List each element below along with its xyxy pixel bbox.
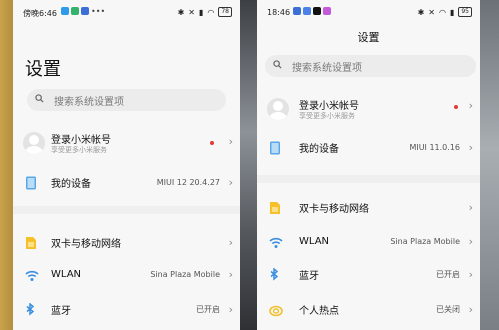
device-icon — [25, 175, 39, 190]
row-label: WLAN — [51, 268, 82, 280]
account-title: 登录小米帐号 — [51, 135, 111, 146]
wlan-row[interactable]: WLAN Sina Plaza Mobile › — [257, 229, 480, 253]
app-notification-icon — [71, 7, 79, 15]
section-divider — [257, 175, 480, 183]
row-label: 个人热点 — [299, 305, 339, 317]
hotspot-status: 已关闭 — [436, 304, 460, 314]
phone-screen-miui12: 傍晚6:46 ••• ✱ ✕ ▮ ◠ 78 设置 搜索系统设置项 登录小米帐号 … — [13, 0, 240, 330]
chevron-right-icon: › — [228, 267, 233, 281]
my-device-label: 我的设备 — [51, 178, 91, 190]
wallpaper-strip-middle — [240, 0, 257, 330]
app-notification-icon — [61, 7, 69, 15]
sim-card-icon — [25, 235, 39, 249]
notification-dot — [454, 105, 458, 109]
bluetooth-row[interactable]: 蓝牙 已开启 › — [13, 297, 240, 321]
my-device-label: 我的设备 — [299, 143, 339, 155]
chevron-right-icon: › — [228, 175, 233, 189]
status-right: ✱ ✕ ◠ ▮ 95 — [418, 7, 472, 17]
my-device-row[interactable]: 我的设备 MIUI 12 20.4.27 › — [13, 170, 240, 194]
battery-icon: 78 — [218, 7, 232, 17]
wifi-icon — [25, 267, 39, 281]
mute-icon: ✕ — [428, 7, 435, 17]
row-label: 双卡与移动网络 — [299, 203, 369, 215]
bluetooth-row[interactable]: 蓝牙 已开启 › — [257, 262, 480, 286]
chevron-right-icon: › — [468, 140, 473, 154]
row-label: 蓝牙 — [51, 305, 71, 317]
status-right: ✱ ✕ ▮ ◠ 78 — [178, 7, 232, 17]
wlan-network-name: Sina Plaza Mobile — [390, 236, 460, 246]
row-label: 双卡与移动网络 — [51, 238, 121, 250]
phone-screen-miui11: 18:46 ✱ ✕ ◠ ▮ 95 设置 搜索系统设置项 登录小米帐号 享受更多小… — [257, 0, 480, 330]
row-label: 蓝牙 — [299, 270, 319, 282]
wifi-status-icon: ◠ — [438, 7, 446, 17]
search-icon — [273, 60, 287, 72]
wifi-status-icon: ◠ — [207, 7, 215, 17]
search-icon — [35, 94, 49, 106]
app-notification-icon — [303, 7, 311, 15]
app-notification-icon — [313, 7, 321, 15]
account-row[interactable]: 登录小米帐号 享受更多小米服务 › — [257, 96, 480, 122]
signal-icon: ▮ — [198, 7, 204, 17]
status-bar: 18:46 ✱ ✕ ◠ ▮ 95 — [257, 6, 480, 20]
chevron-right-icon: › — [228, 135, 233, 148]
wlan-network-name: Sina Plaza Mobile — [150, 269, 220, 279]
row-label: WLAN — [299, 235, 330, 247]
bluetooth-icon — [269, 267, 283, 281]
avatar-icon — [23, 132, 45, 154]
battery-icon: 95 — [458, 7, 472, 17]
search-placeholder: 搜索系统设置项 — [292, 62, 362, 74]
search-placeholder: 搜索系统设置项 — [54, 96, 124, 108]
status-time: 傍晚6:46 — [23, 9, 57, 18]
signal-icon: ▮ — [449, 7, 455, 17]
wallpaper-strip-right — [480, 0, 499, 330]
chevron-right-icon: › — [468, 267, 473, 281]
notification-icons — [293, 7, 331, 15]
hotspot-icon — [269, 302, 283, 317]
account-subtitle: 享受更多小米服务 — [299, 112, 355, 120]
search-input[interactable]: 搜索系统设置项 — [265, 55, 476, 77]
more-dots-icon: ••• — [91, 7, 106, 16]
page-title: 设置 — [25, 59, 61, 80]
my-device-row[interactable]: 我的设备 MIUI 11.0.16 › — [257, 135, 480, 159]
bluetooth-status-icon: ✱ — [177, 7, 185, 17]
status-bar: 傍晚6:46 ••• ✱ ✕ ▮ ◠ 78 — [13, 6, 240, 20]
app-notification-icon — [323, 7, 331, 15]
app-notification-icon — [81, 7, 89, 15]
chevron-right-icon: › — [228, 302, 233, 316]
hotspot-row[interactable]: 个人热点 已关闭 › — [257, 297, 480, 321]
sim-network-row[interactable]: 双卡与移动网络 › — [13, 230, 240, 254]
page-title: 设置 — [357, 31, 380, 44]
my-device-version: MIUI 11.0.16 — [409, 142, 460, 152]
notification-icons: ••• — [61, 7, 105, 16]
chevron-right-icon: › — [468, 234, 473, 248]
app-notification-icon — [293, 7, 301, 15]
sim-network-row[interactable]: 双卡与移动网络 › — [257, 195, 480, 219]
account-row[interactable]: 登录小米帐号 享受更多小米服务 › — [13, 130, 240, 156]
bluetooth-status: 已开启 — [196, 304, 220, 314]
device-icon — [269, 140, 283, 155]
section-divider — [13, 206, 240, 214]
chevron-right-icon: › — [228, 235, 233, 249]
bluetooth-status-icon: ✱ — [417, 7, 425, 17]
chevron-right-icon: › — [468, 302, 473, 316]
chevron-right-icon: › — [468, 200, 473, 214]
mute-icon: ✕ — [188, 7, 195, 17]
sim-card-icon — [269, 200, 283, 214]
chevron-right-icon: › — [468, 99, 473, 112]
bluetooth-icon — [25, 302, 39, 316]
bluetooth-status: 已开启 — [436, 269, 460, 279]
wlan-row[interactable]: WLAN Sina Plaza Mobile › — [13, 262, 240, 286]
status-time: 18:46 — [267, 8, 291, 17]
my-device-version: MIUI 12 20.4.27 — [156, 177, 220, 187]
account-subtitle: 享受更多小米服务 — [51, 146, 107, 154]
account-title: 登录小米帐号 — [299, 101, 359, 112]
avatar-icon — [267, 98, 289, 120]
search-input[interactable]: 搜索系统设置项 — [27, 89, 226, 111]
wifi-icon — [269, 234, 283, 248]
notification-dot — [210, 141, 214, 145]
